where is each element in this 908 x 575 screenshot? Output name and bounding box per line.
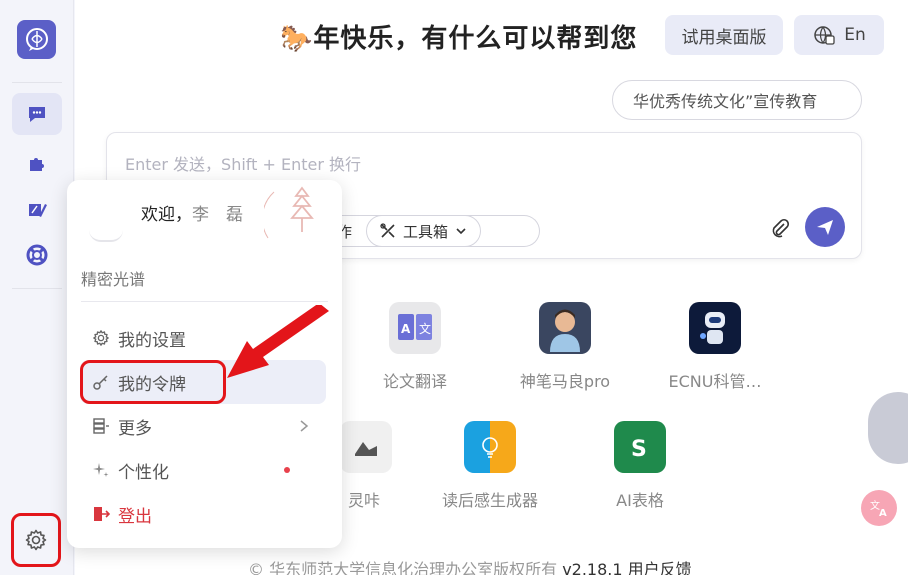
suggestion-chip[interactable]: 华优秀传统文化”宣传教育 [612,80,862,120]
notification-dot [284,467,290,473]
tool-reading-reflection[interactable]: 读后感生成器 [420,421,560,511]
tool-label: 神笔马良pro [519,372,611,391]
toolbox-label: 工具箱 [403,222,449,241]
menu-logout[interactable]: 登出 [80,492,326,536]
nav-chat[interactable] [12,93,62,135]
annotation-arrow-icon [227,305,329,378]
menu-label: 我的设置 [118,330,186,351]
translate-icon: 文 A [870,499,887,519]
svg-text:A: A [879,508,887,519]
toolbox-dropdown[interactable]: 工具箱 [366,215,482,247]
popup-divider [81,301,328,302]
chevron-right-icon [300,420,309,432]
desktop-version-label: 试用桌面版 [681,27,767,48]
svg-text:A: A [401,322,411,336]
svg-text:文: 文 [419,321,431,336]
tools-icon [380,223,395,238]
tool-label: 论文翻译 [382,372,447,391]
avatar [89,230,123,242]
tool-label: 灵咔 [348,491,381,510]
brain-bubble-icon [25,27,48,51]
image-icon [340,421,392,473]
language-button[interactable]: En [794,15,884,55]
chat-icon [29,107,45,122]
menu-label: 个性化 [118,462,169,483]
lifebuoy-icon [26,244,48,266]
user-subtitle: 精密光谱 [81,270,146,289]
pencil-ruler-icon [29,204,47,217]
settings-button[interactable] [11,513,61,567]
sheet-icon: S [614,421,666,473]
tool-shenbi-maliang[interactable]: 神笔马良pro [495,302,635,392]
university-seal-watermark [264,186,314,239]
tool-ecnu-sci-mgmt[interactable]: ECNU科管… [645,302,785,392]
desktop-version-button[interactable]: 试用桌面版 [665,15,783,55]
sidebar-divider [12,82,62,83]
send-icon [817,220,833,235]
send-button[interactable] [805,207,845,247]
gear-icon [93,330,109,346]
translate-fab[interactable]: 文 A [861,490,897,526]
sparkle-icon [93,463,109,477]
sidebar [0,0,74,575]
menu-personalize[interactable]: 个性化 [80,448,326,492]
chat-input-placeholder[interactable]: Enter 发送，Shift + Enter 换行 [125,151,361,175]
boy-avatar-icon [539,302,591,354]
svg-text:S: S [631,437,647,462]
gear-icon [25,529,47,551]
logout-icon [94,507,110,521]
app-logo[interactable] [17,20,56,59]
globe-translate-icon [814,26,835,45]
chevron-down-icon [456,228,466,235]
language-label: En [844,25,866,45]
menu-label: 登出 [118,506,152,527]
welcome-text: 欢迎，李 磊 [141,200,243,225]
tool-label: AI表格 [616,491,664,510]
sidebar-divider [12,288,62,289]
menu-label: 更多 [118,418,152,439]
tool-paper-translate[interactable]: A 文 论文翻译 [345,302,485,392]
robot-icon [689,302,741,354]
assistant-avatar[interactable] [868,392,908,464]
welcome-greeting: 欢迎， [141,205,192,225]
footer-version: v2.18.1 [562,560,623,575]
bulb-icon [464,421,516,473]
welcome-username: 李 磊 [192,205,243,225]
translate-icon: A 文 [389,302,441,354]
tool-label: ECNU科管… [668,372,762,391]
footer-copyright: © 华东师范大学信息化治理办公室版权所有 [248,560,558,575]
nav-tools[interactable] [12,189,62,231]
annotation-highlight-box [80,360,226,404]
page-title: 🐎年快乐，有什么可以帮到您 [280,24,638,54]
puzzle-icon [30,158,44,171]
nav-help[interactable] [12,234,62,276]
paperclip-icon[interactable] [769,217,791,239]
menu-more[interactable]: 更多 [80,404,326,448]
suggestion-chip-text: 华优秀传统文化”宣传教育 [633,92,818,111]
feedback-link[interactable]: 用户反馈 [628,560,692,575]
layers-icon [93,418,109,434]
tool-label: 读后感生成器 [441,491,538,510]
tool-ai-sheet[interactable]: S AI表格 [570,421,710,511]
footer: © 华东师范大学信息化治理办公室版权所有 v2.18.1 用户反馈 [248,556,692,575]
nav-plugins[interactable] [12,142,62,184]
